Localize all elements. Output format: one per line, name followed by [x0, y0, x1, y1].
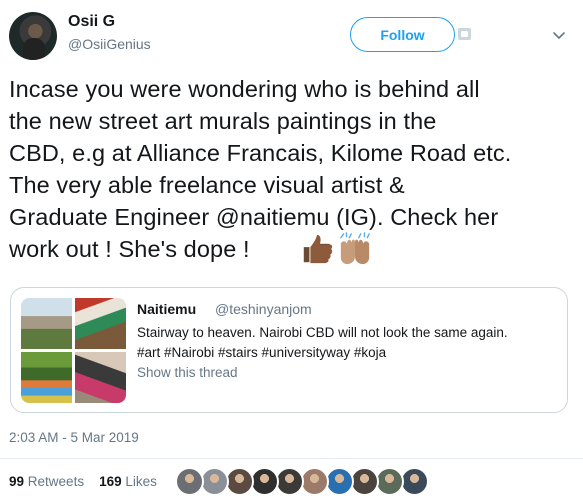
liker-avatar[interactable]	[250, 467, 279, 496]
media-thumbnail[interactable]	[75, 298, 126, 349]
profile-card-icon[interactable]	[458, 28, 471, 40]
liker-avatars	[175, 467, 429, 496]
author-name[interactable]: Osii G	[68, 13, 115, 31]
tweet-header: Osii G @OsiiGenius Follow	[0, 0, 583, 70]
likes-label: Likes	[125, 474, 157, 489]
tweet-stats: 99 Retweets 169 Likes	[9, 474, 157, 489]
liker-avatar[interactable]	[375, 467, 404, 496]
retweets-stat[interactable]: 99 Retweets	[9, 474, 84, 489]
tweet-emojis	[300, 232, 372, 268]
liker-avatar[interactable]	[275, 467, 304, 496]
thumbs-up-icon	[303, 234, 333, 264]
liker-avatar[interactable]	[225, 467, 254, 496]
raising-hands-icon	[340, 232, 370, 265]
follow-button[interactable]: Follow	[350, 17, 455, 52]
media-thumbnail[interactable]	[75, 352, 126, 403]
retweets-label: Retweets	[27, 474, 85, 489]
quoted-tweet-media[interactable]	[21, 298, 126, 403]
quoted-text-line: Stairway to heaven. Nairobi CBD will not…	[137, 325, 508, 340]
quoted-tweet[interactable]: Naitiemu @teshinyanjom Stairway to heave…	[10, 287, 568, 413]
likes-count: 169	[99, 474, 122, 489]
liker-avatar[interactable]	[175, 467, 204, 496]
tweet-timestamp[interactable]: 2:03 AM - 5 Mar 2019	[9, 430, 139, 445]
tweet-text: Incase you were wondering who is behind …	[9, 76, 512, 262]
liker-avatar[interactable]	[325, 467, 354, 496]
likes-stat[interactable]: 169 Likes	[99, 474, 157, 489]
quoted-author-handle: @teshinyanjom	[215, 301, 312, 317]
liker-avatar[interactable]	[200, 467, 229, 496]
chevron-down-icon[interactable]	[552, 28, 566, 42]
quoted-tweet-text: Stairway to heaven. Nairobi CBD will not…	[137, 323, 557, 363]
liker-avatar[interactable]	[400, 467, 429, 496]
media-thumbnail[interactable]	[21, 352, 72, 403]
divider	[0, 458, 583, 459]
liker-avatar[interactable]	[350, 467, 379, 496]
author-handle[interactable]: @OsiiGenius	[68, 36, 151, 52]
show-thread-link[interactable]: Show this thread	[137, 365, 238, 380]
liker-avatar[interactable]	[300, 467, 329, 496]
author-avatar[interactable]	[9, 12, 57, 60]
quoted-author-name: Naitiemu	[137, 301, 197, 317]
retweets-count: 99	[9, 474, 25, 489]
quoted-hashtags: #art #Nairobi #stairs #universityway #ko…	[137, 345, 387, 360]
media-thumbnail[interactable]	[21, 298, 72, 349]
